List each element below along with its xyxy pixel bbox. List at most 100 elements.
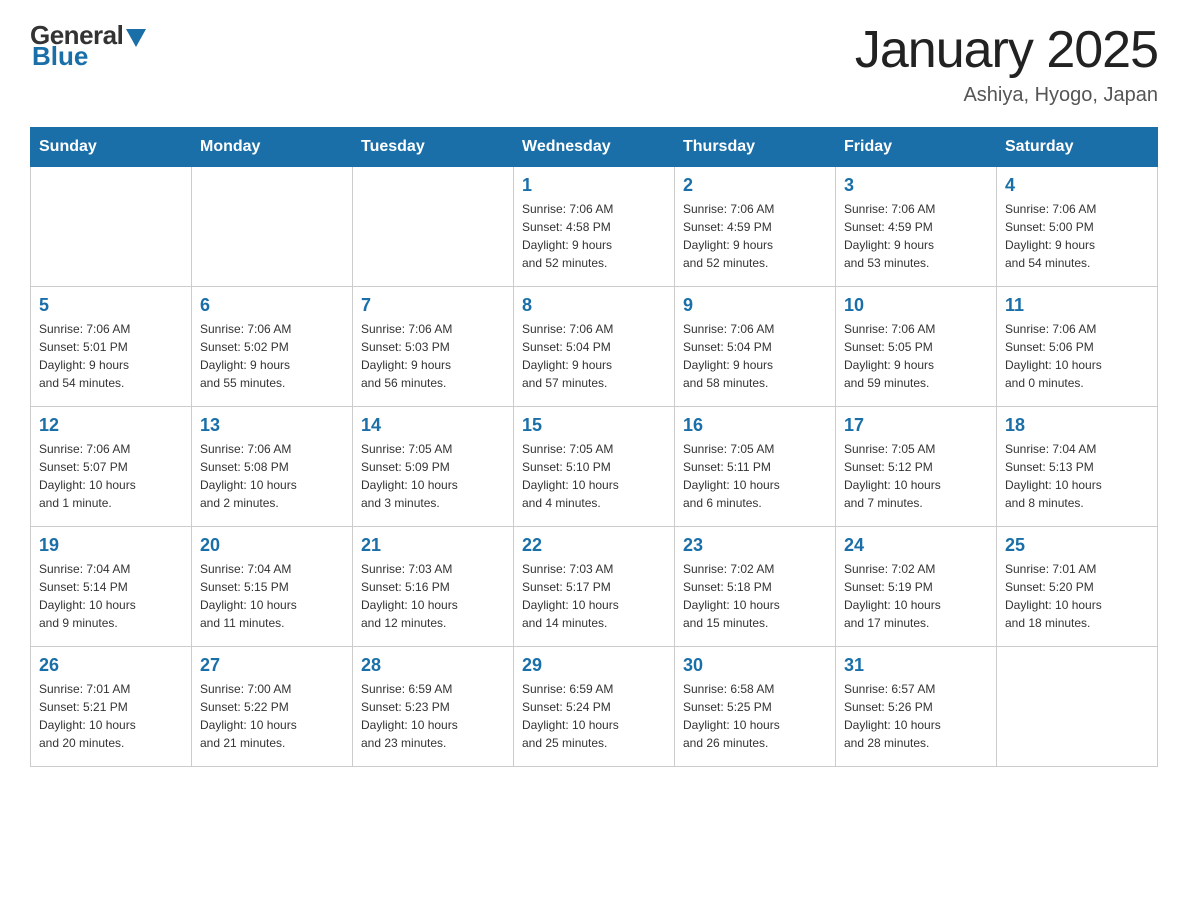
calendar-cell: 21 Sunrise: 7:03 AM Sunset: 5:16 PM Dayli… xyxy=(353,527,514,647)
cell-info: Sunrise: 7:04 AM Sunset: 5:14 PM Dayligh… xyxy=(39,560,183,632)
cell-date: 9 xyxy=(683,295,827,316)
cell-info: Sunrise: 7:01 AM Sunset: 5:21 PM Dayligh… xyxy=(39,680,183,752)
cell-date: 18 xyxy=(1005,415,1149,436)
calendar-cell: 31 Sunrise: 6:57 AM Sunset: 5:26 PM Dayli… xyxy=(836,647,997,767)
day-header-sunday: Sunday xyxy=(31,128,192,167)
cell-date: 22 xyxy=(522,535,666,556)
cell-info: Sunrise: 6:59 AM Sunset: 5:24 PM Dayligh… xyxy=(522,680,666,752)
calendar-cell: 15Sunrise: 7:05 AM Sunset: 5:10 PM Dayli… xyxy=(514,407,675,527)
day-header-thursday: Thursday xyxy=(675,128,836,167)
calendar-cell: 9 Sunrise: 7:06 AM Sunset: 5:04 PM Daylig… xyxy=(675,287,836,407)
cell-date: 16 xyxy=(683,415,827,436)
cell-date: 20 xyxy=(200,535,344,556)
calendar-cell: 3 Sunrise: 7:06 AM Sunset: 4:59 PM Daylig… xyxy=(836,167,997,287)
cell-info: Sunrise: 7:06 AM Sunset: 4:58 PM Dayligh… xyxy=(522,200,666,272)
cell-info: Sunrise: 6:58 AM Sunset: 5:25 PM Dayligh… xyxy=(683,680,827,752)
cell-date: 31 xyxy=(844,655,988,676)
cell-date: 25 xyxy=(1005,535,1149,556)
day-header-monday: Monday xyxy=(192,128,353,167)
calendar-header-row: SundayMondayTuesdayWednesdayThursdayFrid… xyxy=(31,128,1158,167)
cell-date: 27 xyxy=(200,655,344,676)
calendar-cell xyxy=(192,167,353,287)
cell-date: 12 xyxy=(39,415,183,436)
calendar-cell: 23Sunrise: 7:02 AM Sunset: 5:18 PM Dayli… xyxy=(675,527,836,647)
cell-info: Sunrise: 7:06 AM Sunset: 5:02 PM Dayligh… xyxy=(200,320,344,392)
subtitle: Ashiya, Hyogo, Japan xyxy=(855,84,1158,107)
calendar-cell: 8 Sunrise: 7:06 AM Sunset: 5:04 PM Daylig… xyxy=(514,287,675,407)
title-section: January 2025 Ashiya, Hyogo, Japan xyxy=(855,20,1158,107)
calendar-cell: 1 Sunrise: 7:06 AM Sunset: 4:58 PM Daylig… xyxy=(514,167,675,287)
calendar-cell: 16 Sunrise: 7:05 AM Sunset: 5:11 PM Dayli… xyxy=(675,407,836,527)
cell-info: Sunrise: 7:06 AM Sunset: 4:59 PM Dayligh… xyxy=(844,200,988,272)
cell-info: Sunrise: 7:02 AM Sunset: 5:18 PM Dayligh… xyxy=(683,560,827,632)
day-header-saturday: Saturday xyxy=(997,128,1158,167)
calendar-cell xyxy=(997,647,1158,767)
cell-info: Sunrise: 7:00 AM Sunset: 5:22 PM Dayligh… xyxy=(200,680,344,752)
calendar-cell: 30 Sunrise: 6:58 AM Sunset: 5:25 PM Dayli… xyxy=(675,647,836,767)
cell-info: Sunrise: 7:04 AM Sunset: 5:15 PM Dayligh… xyxy=(200,560,344,632)
cell-date: 4 xyxy=(1005,175,1149,196)
calendar-cell: 29 Sunrise: 6:59 AM Sunset: 5:24 PM Dayli… xyxy=(514,647,675,767)
cell-info: Sunrise: 6:59 AM Sunset: 5:23 PM Dayligh… xyxy=(361,680,505,752)
cell-info: Sunrise: 7:02 AM Sunset: 5:19 PM Dayligh… xyxy=(844,560,988,632)
cell-date: 1 xyxy=(522,175,666,196)
cell-date: 6 xyxy=(200,295,344,316)
cell-info: Sunrise: 7:06 AM Sunset: 5:04 PM Dayligh… xyxy=(522,320,666,392)
cell-date: 5 xyxy=(39,295,183,316)
calendar-table: SundayMondayTuesdayWednesdayThursdayFrid… xyxy=(30,127,1158,767)
cell-info: Sunrise: 7:03 AM Sunset: 5:16 PM Dayligh… xyxy=(361,560,505,632)
calendar-row-4: 19 Sunrise: 7:04 AM Sunset: 5:14 PM Dayli… xyxy=(31,527,1158,647)
cell-info: Sunrise: 7:06 AM Sunset: 4:59 PM Dayligh… xyxy=(683,200,827,272)
cell-info: Sunrise: 7:06 AM Sunset: 5:04 PM Dayligh… xyxy=(683,320,827,392)
calendar-row-5: 26Sunrise: 7:01 AM Sunset: 5:21 PM Dayli… xyxy=(31,647,1158,767)
calendar-cell: 19 Sunrise: 7:04 AM Sunset: 5:14 PM Dayli… xyxy=(31,527,192,647)
cell-date: 30 xyxy=(683,655,827,676)
cell-date: 19 xyxy=(39,535,183,556)
cell-date: 10 xyxy=(844,295,988,316)
calendar-cell: 24 Sunrise: 7:02 AM Sunset: 5:19 PM Dayli… xyxy=(836,527,997,647)
cell-info: Sunrise: 7:06 AM Sunset: 5:08 PM Dayligh… xyxy=(200,440,344,512)
calendar-cell: 28Sunrise: 6:59 AM Sunset: 5:23 PM Dayli… xyxy=(353,647,514,767)
day-header-friday: Friday xyxy=(836,128,997,167)
calendar-cell: 26Sunrise: 7:01 AM Sunset: 5:21 PM Dayli… xyxy=(31,647,192,767)
main-title: January 2025 xyxy=(855,20,1158,80)
cell-info: Sunrise: 7:03 AM Sunset: 5:17 PM Dayligh… xyxy=(522,560,666,632)
cell-date: 24 xyxy=(844,535,988,556)
calendar-cell: 2 Sunrise: 7:06 AM Sunset: 4:59 PM Daylig… xyxy=(675,167,836,287)
cell-date: 13 xyxy=(200,415,344,436)
calendar-cell: 22 Sunrise: 7:03 AM Sunset: 5:17 PM Dayli… xyxy=(514,527,675,647)
day-header-tuesday: Tuesday xyxy=(353,128,514,167)
calendar-cell xyxy=(353,167,514,287)
day-header-wednesday: Wednesday xyxy=(514,128,675,167)
cell-date: 21 xyxy=(361,535,505,556)
cell-info: Sunrise: 7:06 AM Sunset: 5:06 PM Dayligh… xyxy=(1005,320,1149,392)
calendar-cell: 14Sunrise: 7:05 AM Sunset: 5:09 PM Dayli… xyxy=(353,407,514,527)
logo: General Blue xyxy=(30,20,146,72)
calendar-cell: 5 Sunrise: 7:06 AM Sunset: 5:01 PM Daylig… xyxy=(31,287,192,407)
cell-date: 29 xyxy=(522,655,666,676)
calendar-cell: 10 Sunrise: 7:06 AM Sunset: 5:05 PM Dayli… xyxy=(836,287,997,407)
cell-info: Sunrise: 7:06 AM Sunset: 5:03 PM Dayligh… xyxy=(361,320,505,392)
calendar-cell: 7 Sunrise: 7:06 AM Sunset: 5:03 PM Daylig… xyxy=(353,287,514,407)
cell-date: 7 xyxy=(361,295,505,316)
cell-date: 11 xyxy=(1005,295,1149,316)
calendar-cell: 17 Sunrise: 7:05 AM Sunset: 5:12 PM Dayli… xyxy=(836,407,997,527)
cell-info: Sunrise: 7:06 AM Sunset: 5:05 PM Dayligh… xyxy=(844,320,988,392)
cell-info: Sunrise: 6:57 AM Sunset: 5:26 PM Dayligh… xyxy=(844,680,988,752)
cell-info: Sunrise: 7:05 AM Sunset: 5:12 PM Dayligh… xyxy=(844,440,988,512)
cell-info: Sunrise: 7:06 AM Sunset: 5:01 PM Dayligh… xyxy=(39,320,183,392)
calendar-cell xyxy=(31,167,192,287)
calendar-cell: 25Sunrise: 7:01 AM Sunset: 5:20 PM Dayli… xyxy=(997,527,1158,647)
cell-date: 8 xyxy=(522,295,666,316)
cell-date: 17 xyxy=(844,415,988,436)
calendar-row-1: 1 Sunrise: 7:06 AM Sunset: 4:58 PM Daylig… xyxy=(31,167,1158,287)
cell-info: Sunrise: 7:06 AM Sunset: 5:07 PM Dayligh… xyxy=(39,440,183,512)
cell-info: Sunrise: 7:05 AM Sunset: 5:11 PM Dayligh… xyxy=(683,440,827,512)
logo-triangle-icon xyxy=(126,29,146,47)
cell-date: 3 xyxy=(844,175,988,196)
cell-date: 2 xyxy=(683,175,827,196)
calendar-row-2: 5 Sunrise: 7:06 AM Sunset: 5:01 PM Daylig… xyxy=(31,287,1158,407)
calendar-cell: 20 Sunrise: 7:04 AM Sunset: 5:15 PM Dayli… xyxy=(192,527,353,647)
cell-info: Sunrise: 7:05 AM Sunset: 5:09 PM Dayligh… xyxy=(361,440,505,512)
cell-date: 15 xyxy=(522,415,666,436)
